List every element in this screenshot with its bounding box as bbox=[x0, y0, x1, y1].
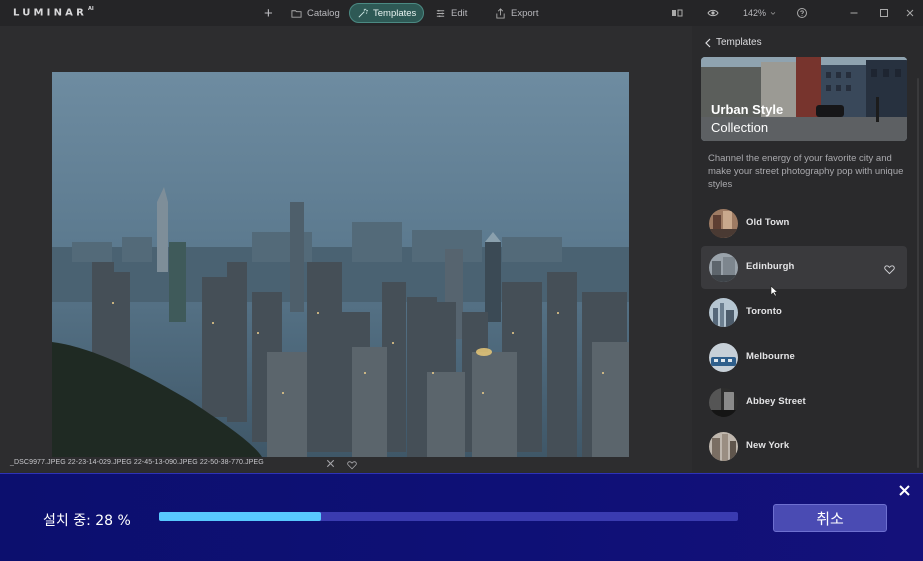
top-bar: LUMINARAI + Catalog Templates Edit Expor… bbox=[0, 0, 923, 26]
chevron-left-icon bbox=[705, 38, 711, 47]
tab-export-label: Export bbox=[511, 7, 539, 19]
collection-subtitle: Collection bbox=[711, 120, 769, 135]
preview-button[interactable] bbox=[707, 5, 719, 21]
collection-hero-image: Urban Style Collection bbox=[701, 57, 907, 141]
template-name: Abbey Street bbox=[746, 396, 806, 407]
template-item-new-york[interactable]: New York bbox=[701, 425, 907, 468]
heart-icon bbox=[884, 265, 895, 275]
tab-edit[interactable]: Edit bbox=[428, 3, 474, 23]
sliders-icon bbox=[436, 9, 445, 17]
collection-description: Channel the energy of your favorite city… bbox=[708, 153, 904, 191]
template-thumbnail bbox=[709, 298, 738, 327]
favorite-template-button[interactable] bbox=[884, 262, 895, 275]
tab-catalog[interactable]: Catalog bbox=[284, 3, 347, 23]
maximize-icon bbox=[880, 9, 888, 17]
back-to-templates-button[interactable]: Templates bbox=[704, 37, 762, 48]
add-button[interactable]: + bbox=[260, 3, 277, 23]
template-thumbnail bbox=[709, 253, 738, 282]
template-item-old-town[interactable]: Old Town bbox=[701, 202, 907, 245]
share-icon bbox=[496, 7, 505, 19]
help-icon bbox=[797, 8, 807, 18]
cancel-button[interactable]: 취소 bbox=[773, 504, 887, 532]
favorite-image-button[interactable] bbox=[347, 457, 357, 470]
close-icon bbox=[326, 459, 335, 468]
compare-button[interactable] bbox=[671, 5, 683, 21]
install-status-text: 설치 중: 28 % bbox=[43, 513, 131, 529]
eye-icon bbox=[707, 9, 719, 17]
templates-panel: Templates Urban Style Collection Channel… bbox=[692, 26, 923, 472]
window-close-button[interactable] bbox=[904, 5, 916, 21]
minimize-icon bbox=[850, 12, 858, 14]
install-close-button[interactable] bbox=[897, 483, 912, 498]
template-thumbnail bbox=[709, 432, 738, 461]
template-item-melbourne[interactable]: Melbourne bbox=[701, 336, 907, 379]
image-canvas bbox=[0, 26, 692, 472]
progress-fill bbox=[159, 512, 322, 521]
template-item-toronto[interactable]: Toronto bbox=[701, 291, 907, 334]
tab-templates-label: Templates bbox=[373, 7, 417, 19]
folder-icon bbox=[291, 9, 302, 18]
heart-icon bbox=[347, 461, 357, 470]
tab-edit-label: Edit bbox=[451, 7, 468, 19]
template-item-edinburgh[interactable]: Edinburgh bbox=[701, 246, 907, 289]
close-icon bbox=[899, 485, 910, 496]
progress-track bbox=[159, 512, 738, 521]
template-name: Melbourne bbox=[746, 351, 795, 362]
collection-title: Urban Style bbox=[711, 102, 784, 117]
template-name: Toronto bbox=[746, 306, 782, 317]
template-item-abbey-street[interactable]: Abbey Street bbox=[701, 381, 907, 424]
minimize-button[interactable] bbox=[848, 5, 860, 21]
template-thumbnail bbox=[709, 388, 738, 417]
tab-export[interactable]: Export bbox=[488, 3, 545, 23]
back-label: Templates bbox=[716, 37, 762, 48]
template-thumbnail bbox=[709, 209, 738, 238]
panel-scrollbar[interactable] bbox=[917, 78, 919, 468]
city-skyline-image bbox=[52, 72, 629, 457]
template-name: Edinburgh bbox=[746, 261, 795, 272]
close-image-button[interactable] bbox=[325, 456, 336, 468]
image-filename: _DSC9977.JPEG 22-23-14-029.JPEG 22-45-13… bbox=[10, 459, 264, 466]
zoom-value: 142% bbox=[743, 8, 767, 18]
photo-preview[interactable] bbox=[52, 72, 629, 457]
magic-wand-icon bbox=[358, 8, 368, 17]
help-button[interactable] bbox=[796, 5, 808, 21]
compare-icon bbox=[672, 9, 683, 17]
zoom-dropdown[interactable]: 142% bbox=[743, 5, 777, 21]
close-icon bbox=[906, 9, 914, 17]
install-progress-bar: 설치 중: 28 % 취소 bbox=[0, 473, 923, 561]
tab-templates[interactable]: Templates bbox=[349, 3, 425, 23]
mouse-cursor-icon bbox=[770, 285, 778, 297]
tab-catalog-label: Catalog bbox=[307, 7, 340, 19]
template-thumbnail bbox=[709, 343, 738, 372]
chevron-down-icon bbox=[770, 12, 776, 15]
template-name: New York bbox=[746, 440, 790, 451]
maximize-button[interactable] bbox=[878, 5, 890, 21]
app-logo: LUMINARAI bbox=[13, 6, 94, 19]
template-name: Old Town bbox=[746, 217, 790, 228]
